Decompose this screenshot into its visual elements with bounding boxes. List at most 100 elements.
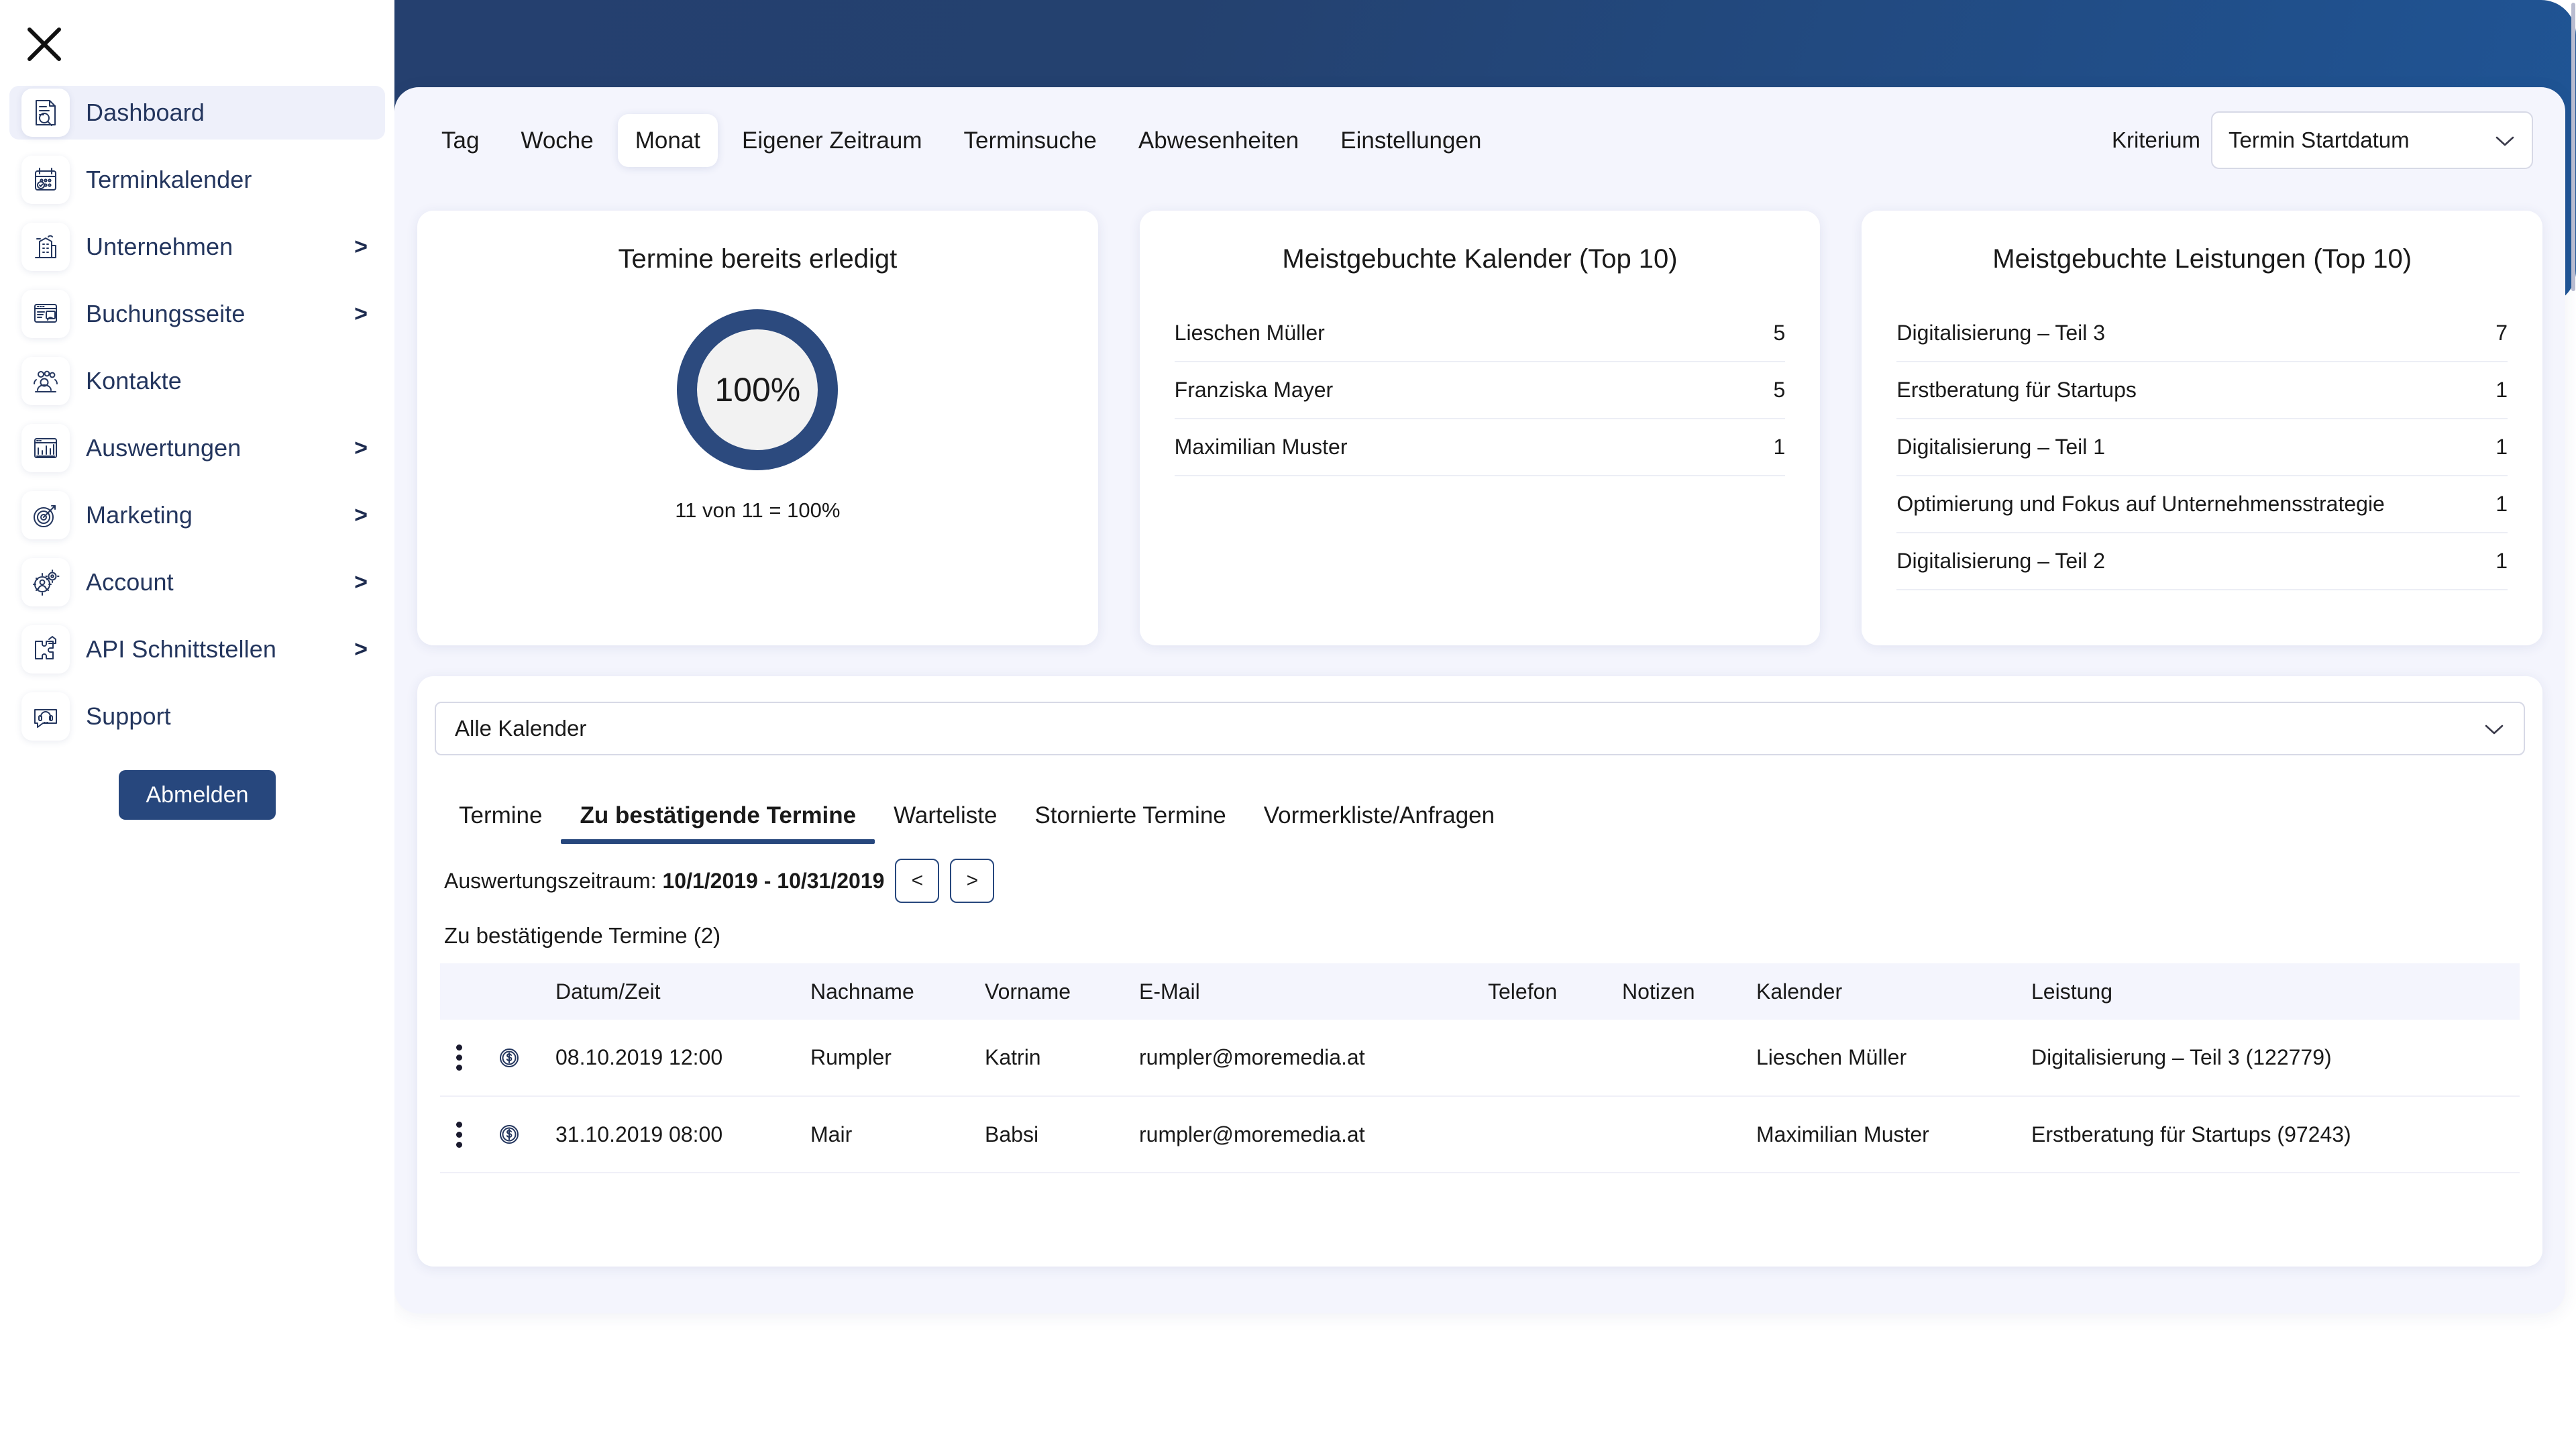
chevron-down-icon bbox=[2483, 716, 2505, 741]
rank-name: Optimierung und Fokus auf Unternehmensst… bbox=[1896, 492, 2385, 516]
chevron-right-icon: > bbox=[354, 301, 368, 327]
criterium-label: Kriterium bbox=[2111, 127, 2200, 152]
subtab-stornierte-termine[interactable]: Stornierte Termine bbox=[1016, 802, 1244, 844]
list-item: Optimierung und Fokus auf Unternehmensst… bbox=[1896, 476, 2508, 533]
list-item: Maximilian Muster 1 bbox=[1174, 419, 1786, 476]
cell-leistung: Erstberatung für Startups (97243) bbox=[2026, 1096, 2520, 1173]
subtab-warteliste[interactable]: Warteliste bbox=[875, 802, 1016, 844]
sidebar-item-label: Unternehmen bbox=[86, 233, 233, 260]
page-scrollbar[interactable] bbox=[2571, 0, 2576, 1449]
sidebar-item-terminkalender[interactable]: Terminkalender bbox=[9, 153, 385, 207]
sidebar-item-label: Dashboard bbox=[86, 99, 205, 126]
next-period-button[interactable]: > bbox=[950, 859, 995, 903]
sidebar-item-api-schnittstellen[interactable]: API Schnittstellen > bbox=[9, 623, 385, 676]
chevron-right-icon: > bbox=[354, 636, 368, 662]
chevron-right-icon: > bbox=[354, 502, 368, 528]
dollar-circle-icon[interactable] bbox=[498, 1123, 545, 1146]
row-actions-cell bbox=[440, 1020, 492, 1097]
card-title: Meistgebuchte Leistungen (Top 10) bbox=[1992, 244, 2412, 274]
col-notizen: Notizen bbox=[1622, 979, 1695, 1004]
tab-monat[interactable]: Monat bbox=[617, 113, 718, 167]
card-top-leistungen: Meistgebuchte Leistungen (Top 10) Digita… bbox=[1862, 211, 2543, 645]
subtab-zu-bestaetigende-termine[interactable]: Zu bestätigende Termine bbox=[561, 802, 875, 844]
tab-einstellungen[interactable]: Einstellungen bbox=[1323, 114, 1499, 167]
list-item: Digitalisierung – Teil 1 1 bbox=[1896, 419, 2508, 476]
card-title: Termine bereits erledigt bbox=[618, 244, 898, 274]
sidebar-item-marketing[interactable]: Marketing > bbox=[9, 488, 385, 542]
kebab-menu-icon[interactable] bbox=[445, 1121, 472, 1148]
rank-name: Franziska Mayer bbox=[1174, 378, 1334, 402]
subtab-termine[interactable]: Termine bbox=[440, 802, 561, 844]
sidebar-item-dashboard[interactable]: Dashboard bbox=[9, 86, 385, 140]
tab-eigener-zeitraum[interactable]: Eigener Zeitraum bbox=[724, 114, 939, 167]
cell-email: rumpler@moremedia.at bbox=[1134, 1096, 1483, 1173]
headset-chat-icon bbox=[21, 692, 70, 741]
rank-value: 5 bbox=[1773, 321, 1786, 345]
chevron-right-icon: > bbox=[354, 569, 368, 595]
close-icon[interactable] bbox=[19, 19, 70, 70]
chevron-down-icon bbox=[2494, 127, 2516, 153]
cell-nachname: Mair bbox=[805, 1096, 979, 1173]
cell-vorname: Katrin bbox=[979, 1020, 1134, 1097]
col-actions bbox=[440, 963, 492, 1020]
previous-period-button[interactable]: < bbox=[895, 859, 940, 903]
tab-abwesenheiten[interactable]: Abwesenheiten bbox=[1121, 114, 1316, 167]
rank-name: Digitalisierung – Teil 1 bbox=[1896, 435, 2106, 459]
logout-area: Abmelden bbox=[0, 770, 394, 820]
list-item: Franziska Mayer 5 bbox=[1174, 362, 1786, 419]
main-panel: Tag Woche Monat Eigener Zeitraum Termins… bbox=[394, 87, 2565, 1313]
criterium-group: Kriterium Termin Startdatum bbox=[2112, 111, 2533, 169]
sidebar-item-auswertungen[interactable]: Auswertungen > bbox=[9, 421, 385, 475]
period-row: Auswertungszeitraum: 10/1/2019 - 10/31/2… bbox=[444, 859, 995, 903]
tab-tag[interactable]: Tag bbox=[424, 114, 496, 167]
document-search-icon bbox=[21, 89, 70, 137]
booking-page-icon bbox=[21, 290, 70, 338]
rank-name: Lieschen Müller bbox=[1174, 321, 1325, 345]
appointments-table: Datum/Zeit Nachname Vorname E-Mail Telef… bbox=[440, 963, 2520, 1173]
subtab-vormerkliste-anfragen[interactable]: Vormerkliste/Anfragen bbox=[1245, 802, 1513, 844]
table-row[interactable]: 08.10.2019 12:00 Rumpler Katrin rumpler@… bbox=[440, 1020, 2520, 1097]
cell-telefon bbox=[1483, 1020, 1617, 1097]
sidebar-item-label: Auswertungen bbox=[86, 434, 241, 462]
col-email: E-Mail bbox=[1139, 979, 1200, 1004]
rank-name: Digitalisierung – Teil 2 bbox=[1896, 549, 2106, 573]
cell-email: rumpler@moremedia.at bbox=[1134, 1020, 1483, 1097]
kebab-menu-icon[interactable] bbox=[445, 1044, 472, 1071]
rank-value: 7 bbox=[2496, 321, 2508, 345]
sidebar-item-label: API Schnittstellen bbox=[86, 635, 276, 663]
tab-terminsuche[interactable]: Terminsuche bbox=[946, 114, 1114, 167]
scrollbar-thumb[interactable] bbox=[2571, 3, 2575, 291]
donut-caption: 11 von 11 = 100% bbox=[675, 498, 841, 522]
sidebar-item-label: Kontakte bbox=[86, 367, 182, 394]
list-item: Lieschen Müller 5 bbox=[1174, 305, 1786, 362]
criterium-select[interactable]: Termin Startdatum bbox=[2211, 111, 2533, 169]
report-chart-icon bbox=[21, 424, 70, 472]
sidebar-item-support[interactable]: Support bbox=[9, 690, 385, 743]
rank-value: 1 bbox=[1773, 435, 1786, 459]
cell-kalender: Maximilian Muster bbox=[1751, 1096, 2026, 1173]
rank-name: Erstberatung für Startups bbox=[1896, 378, 2137, 402]
period-label: Auswertungszeitraum: 10/1/2019 - 10/31/2… bbox=[444, 869, 884, 894]
sidebar-item-unternehmen[interactable]: Unternehmen > bbox=[9, 220, 385, 274]
table-row[interactable]: 31.10.2019 08:00 Mair Babsi rumpler@more… bbox=[440, 1096, 2520, 1173]
kpi-cards-row: Termine bereits erledigt 100% 11 von 11 … bbox=[417, 211, 2543, 645]
sidebar-item-account[interactable]: Account > bbox=[9, 555, 385, 609]
sidebar-item-kontakte[interactable]: Kontakte bbox=[9, 354, 385, 408]
tab-woche[interactable]: Woche bbox=[503, 114, 610, 167]
calendar-filter-select[interactable]: Alle Kalender bbox=[435, 702, 2525, 755]
sidebar-item-label: Support bbox=[86, 702, 171, 730]
period-prefix: Auswertungszeitraum: bbox=[444, 868, 663, 893]
col-payment bbox=[492, 963, 550, 1020]
col-datum-zeit: Datum/Zeit bbox=[555, 979, 661, 1004]
rank-name: Maximilian Muster bbox=[1174, 435, 1348, 459]
sidebar-item-buchungsseite[interactable]: Buchungsseite > bbox=[9, 287, 385, 341]
rank-value: 1 bbox=[2496, 492, 2508, 516]
donut-ring: 100% bbox=[677, 309, 839, 470]
contacts-icon bbox=[21, 357, 70, 405]
rank-value: 1 bbox=[2496, 378, 2508, 402]
sidebar-nav: Dashboard Terminkalender Unternehmen > B… bbox=[0, 86, 394, 757]
appointments-count-heading: Zu bestätigende Termine (2) bbox=[444, 923, 721, 948]
appointments-card: Alle Kalender Termine Zu bestätigende Te… bbox=[417, 676, 2542, 1267]
dollar-circle-icon[interactable] bbox=[498, 1046, 545, 1069]
logout-button[interactable]: Abmelden bbox=[119, 770, 276, 820]
